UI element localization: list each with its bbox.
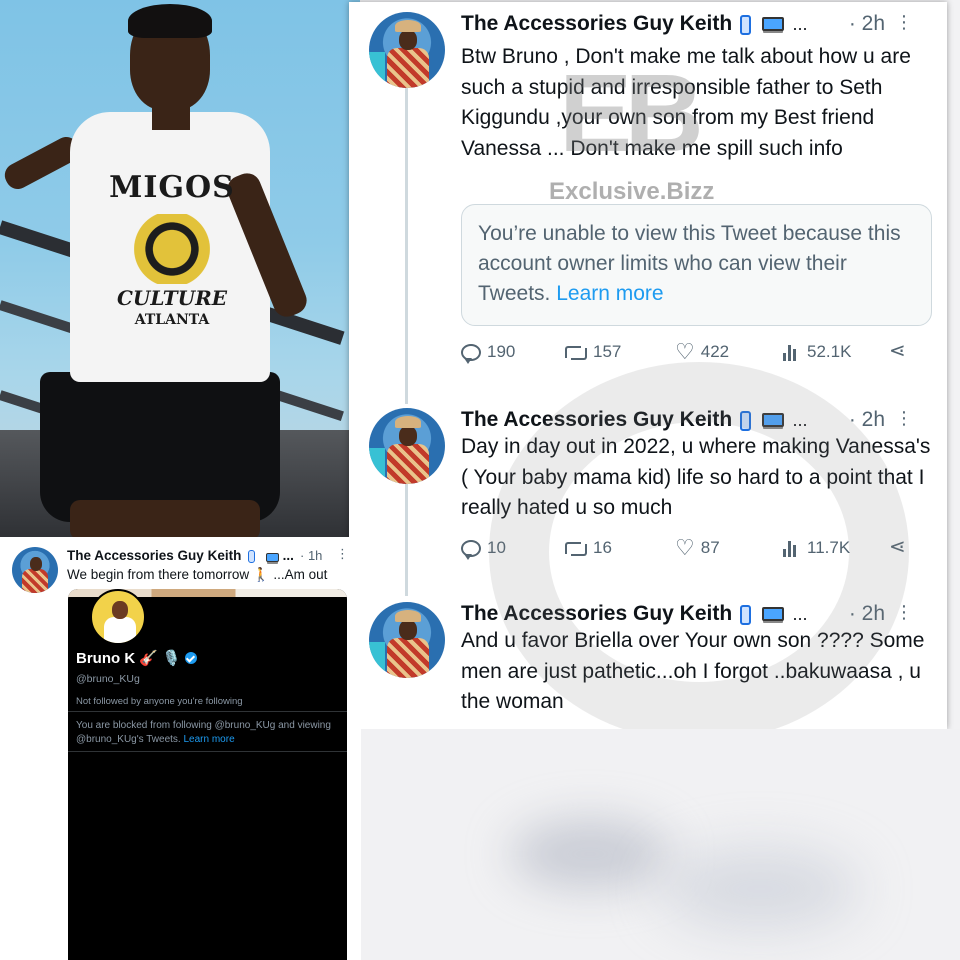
views-count: 52.1K [807,342,852,361]
tweet-actions: 190 157 ♡ 422 52.1K ⋖ [461,339,921,372]
tweet[interactable]: The Accessories Guy Keith ... · 2h ⋮ Btw… [349,2,947,397]
tweet-text: And u favor Briella over Your own son ??… [461,629,925,713]
reply-count: 10 [487,538,506,557]
reply-count: 190 [487,342,516,361]
avatar[interactable] [369,12,445,88]
views-icon [783,343,801,361]
screenshot-collage: MIGOS CULTURE ATLANTA The Accessories Gu… [0,0,960,960]
blocked-notice: You are blocked from following @bruno_KU… [76,719,342,747]
tweet-text: Day in day out in 2022, u where making V… [461,435,931,519]
share-button[interactable]: ⋖ [889,340,906,362]
author-name-text: The Accessories Guy Keith [67,548,242,563]
retweet-button[interactable]: 16 [565,538,612,558]
tweet-text: We begin from there tomorrow 🚶 ...Am out [67,567,328,582]
name-ellipsis: ... [792,14,808,34]
author-name[interactable]: The Accessories Guy Keith [461,12,732,35]
blurred-background [360,729,960,960]
profile-screenshot-panel: The Accessories Guy Keith ... · 1h ⋮ We … [0,537,361,960]
views-button[interactable]: 11.7K [783,538,850,558]
laptop-icon [758,412,785,431]
divider [68,711,347,712]
avatar[interactable] [12,547,58,593]
profile-card[interactable]: Bruno K 🎸 🎙️ @bruno_KUg Not followed by … [68,589,347,960]
more-options-icon[interactable]: ⋮ [336,546,349,562]
phone-icon [739,410,751,433]
heart-icon: ♡ [675,339,695,364]
timestamp[interactable]: · 2h [849,408,885,432]
reply-icon [461,539,481,560]
phone-icon [739,14,751,37]
divider [68,751,347,752]
retweet-count: 16 [593,538,612,557]
phone-icon [739,604,751,627]
learn-more-link[interactable]: Learn more [184,734,235,745]
reply-icon [461,343,481,364]
author-name[interactable]: The Accessories Guy Keith [461,602,732,625]
timestamp[interactable]: · 2h [849,12,885,36]
retweet-icon [565,344,587,360]
views-count: 11.7K [807,538,851,557]
tweet-text: Btw Bruno , Don't make me talk about how… [461,45,911,160]
background-photo: MIGOS CULTURE ATLANTA [0,0,360,540]
timestamp[interactable]: · 1h [300,548,322,563]
shirt-culture-text: CULTURE [117,286,227,310]
tweet-header: The Accessories Guy Keith ... · 2h ⋮ [461,12,931,40]
retweet-count: 157 [593,342,622,361]
views-button[interactable]: 52.1K [783,342,851,362]
unavailable-notice: You’re unable to view this Tweet because… [478,222,901,305]
like-count: 422 [700,342,730,361]
phone-icon [248,549,256,564]
laptop-icon [758,606,785,625]
shirt-brand-text: MIGOS [109,170,235,205]
tweet-thread-panel: The Accessories Guy Keith ... · 2h ⋮ Btw… [349,2,947,742]
avatar[interactable] [369,408,445,484]
shirt-atlanta-text: ATLANTA [134,312,210,328]
more-options-icon[interactable]: ⋮ [895,12,913,33]
timestamp[interactable]: · 2h [849,602,885,626]
profile-avatar[interactable] [90,589,146,645]
laptop-icon [262,549,279,564]
more-options-icon[interactable]: ⋮ [895,602,913,623]
tweet-actions: 10 16 ♡ 87 11.7K ⋖ [461,535,921,568]
reply-button[interactable]: 10 [461,538,506,560]
heart-icon: ♡ [675,535,695,560]
reply-button[interactable]: 190 [461,342,516,364]
retweet-button[interactable]: 157 [565,342,621,362]
skull-artwork [120,214,224,284]
learn-more-link[interactable]: Learn more [556,282,663,305]
retweet-icon [565,540,587,556]
tweet[interactable]: The Accessories Guy Keith ... · 2h ⋮ Day… [349,398,947,588]
author-name[interactable]: The Accessories Guy Keith ... [67,548,294,564]
share-button[interactable]: ⋖ [889,536,906,558]
name-ellipsis: ... [282,548,294,563]
man-in-sleeveless-shirt: MIGOS CULTURE ATLANTA [0,0,311,540]
more-options-icon[interactable]: ⋮ [895,408,913,429]
follow-note: Not followed by anyone you're following [76,696,243,707]
profile-name: Bruno K 🎸 🎙️ [76,649,197,667]
tweet[interactable]: The Accessories Guy Keith ... · 2h ⋮ And… [349,592,947,727]
author-name[interactable]: The Accessories Guy Keith [461,408,732,431]
like-count: 87 [700,538,720,557]
shirt-print: MIGOS CULTURE ATLANTA [102,170,242,340]
quoted-tweet-unavailable[interactable]: You’re unable to view this Tweet because… [461,204,932,326]
like-button[interactable]: ♡ 87 [675,535,720,560]
laptop-icon [758,16,785,35]
name-ellipsis: ... [792,604,808,624]
avatar[interactable] [369,602,445,678]
verified-badge-icon [184,652,197,664]
name-ellipsis: ... [792,410,808,430]
share-icon: ⋖ [889,536,906,558]
profile-handle: @bruno_KUg [76,673,140,685]
views-icon [783,539,801,557]
profile-name-text: Bruno K 🎸 🎙️ [76,650,181,667]
share-icon: ⋖ [889,340,906,362]
like-button[interactable]: ♡ 422 [675,339,730,364]
